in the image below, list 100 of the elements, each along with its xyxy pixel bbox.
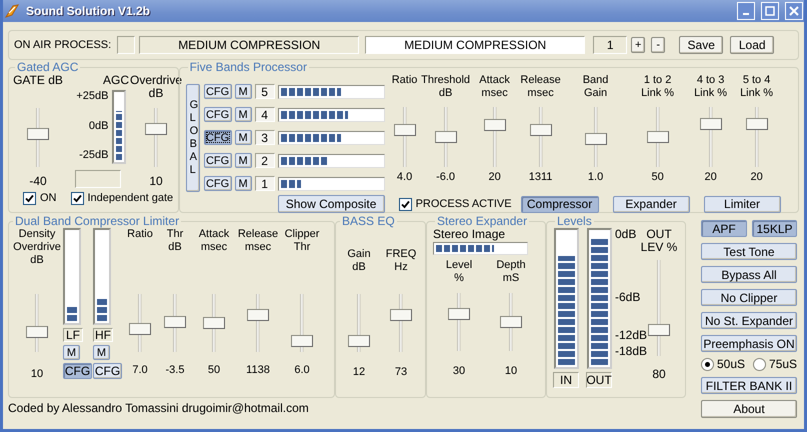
slider-thumb[interactable] [129,322,151,335]
meter-label: IN [553,372,579,388]
mode-button[interactable]: Limiter [704,196,781,212]
mute-button[interactable]: M [93,345,110,360]
cfg-button[interactable]: CFG [204,107,232,122]
value-label: 10 [149,175,163,188]
mute-button[interactable]: M [234,176,252,191]
on-air-display: MEDIUM COMPRESSION [139,36,360,54]
value-label: 20 [750,171,763,184]
slider-thumb[interactable] [530,124,552,136]
action-button[interactable]: Test Tone [701,243,797,260]
slider-thumb[interactable] [700,118,722,130]
slider-thumb[interactable] [203,317,225,329]
action-button[interactable]: Preemphasis ON [701,335,797,352]
control-label: FREQ Hz [386,248,416,274]
mode-button[interactable]: Compressor [520,196,599,212]
slider-thumb[interactable] [26,326,48,338]
mute-button[interactable]: M [234,107,252,122]
credits-text: Coded by Alessandro Tomassini drugoimir@hotmail.com [8,402,309,415]
step-button[interactable]: + [631,37,646,53]
scale-label: -18dB [615,345,648,358]
label: AGC [102,74,129,87]
group-title: Levels [556,214,593,228]
cfg-button[interactable]: CFG [204,84,232,99]
mode-button[interactable]: Expander [612,196,690,212]
label: OUT LEV % [640,228,678,254]
slider-thumb[interactable] [646,131,669,143]
cfg-button[interactable]: CFG [63,363,92,379]
cfg-button[interactable]: CFG [204,176,232,191]
value-label: 73 [394,366,408,379]
group-title: Five Bands Processor [188,60,308,74]
slider-thumb[interactable] [145,123,167,136]
mute-button[interactable]: M [234,153,252,168]
filter-bank-button[interactable]: FILTER BANK II [701,377,797,394]
value-label: 50 [651,171,664,184]
slider-thumb[interactable] [484,119,506,131]
slider-thumb[interactable] [247,308,269,321]
cfg-button[interactable]: CFG [204,130,232,145]
slider-thumb[interactable] [500,316,522,328]
control-label: Level % [446,259,472,285]
slider-thumb[interactable] [27,128,49,140]
control-label: Depth mS [496,259,526,285]
slider-thumb[interactable] [394,124,416,136]
cfg-button[interactable]: CFG [204,153,232,168]
global-button[interactable]: GLOBAL [186,84,200,192]
value-label: 1138 [246,364,270,377]
slider-thumb[interactable] [648,324,670,336]
group-title: Gated AGC [16,60,80,74]
band-number: 1 [254,176,275,191]
mute-button[interactable]: M [63,345,80,360]
control-label: 1 to 2 Link % [641,74,674,100]
group-title: BASS EQ [341,214,396,228]
action-button[interactable]: No Clipper [701,289,797,306]
radio-button[interactable] [753,358,766,371]
slider-thumb[interactable] [746,118,768,130]
control-label: Ratio [392,74,418,87]
preset-name-field[interactable]: MEDIUM COMPRESSION [365,36,586,54]
checkbox[interactable] [23,192,36,205]
preset-number-field[interactable]: 1 [593,36,628,54]
control-label: Thr dB [166,228,184,254]
label: Overdrive dB [130,74,182,100]
control-label: Band Gain [582,74,608,100]
show-composite-button[interactable]: Show Composite [278,195,385,213]
slider-thumb[interactable] [164,316,186,328]
slider-thumb[interactable] [584,133,607,146]
preset-button[interactable]: Load [730,36,774,54]
control-label: Attack msec [479,74,510,100]
mute-button[interactable]: M [234,130,252,145]
label: Stereo Image [433,228,506,241]
slider-thumb[interactable] [448,308,470,320]
filter-button[interactable]: 15KLP [752,220,797,237]
preset-button[interactable]: Save [679,36,724,54]
checkbox-label: ON [40,192,56,205]
checkbox[interactable] [398,198,412,210]
control-label: Threshold dB [421,74,470,100]
value-label: -6.0 [436,171,456,184]
band-number: 3 [254,130,275,145]
slider-thumb[interactable] [390,309,412,322]
control-label: 5 to 4 Link % [740,74,774,100]
slider-thumb[interactable] [291,335,313,348]
minimize-button[interactable] [737,2,755,20]
close-button[interactable] [785,2,803,20]
agc-readout [75,170,121,188]
about-button[interactable]: About [701,400,797,418]
checkbox[interactable] [70,192,84,205]
slider-thumb[interactable] [434,131,457,144]
control-label: Gain dB [347,248,371,274]
control-label: Release msec [520,74,561,100]
step-button[interactable]: - [651,37,666,53]
maximize-button[interactable] [761,2,779,20]
action-button[interactable]: No St. Expander [701,312,797,329]
close-icon [789,6,799,16]
cfg-button[interactable]: CFG [93,363,122,379]
control-label: Density Overdrive dB [13,228,61,267]
action-button[interactable]: Bypass All [701,266,797,283]
radio-button[interactable] [701,358,714,371]
band-number: 5 [254,84,275,99]
mute-button[interactable]: M [234,84,252,99]
slider-thumb[interactable] [348,335,370,348]
filter-button[interactable]: APF [701,220,747,237]
